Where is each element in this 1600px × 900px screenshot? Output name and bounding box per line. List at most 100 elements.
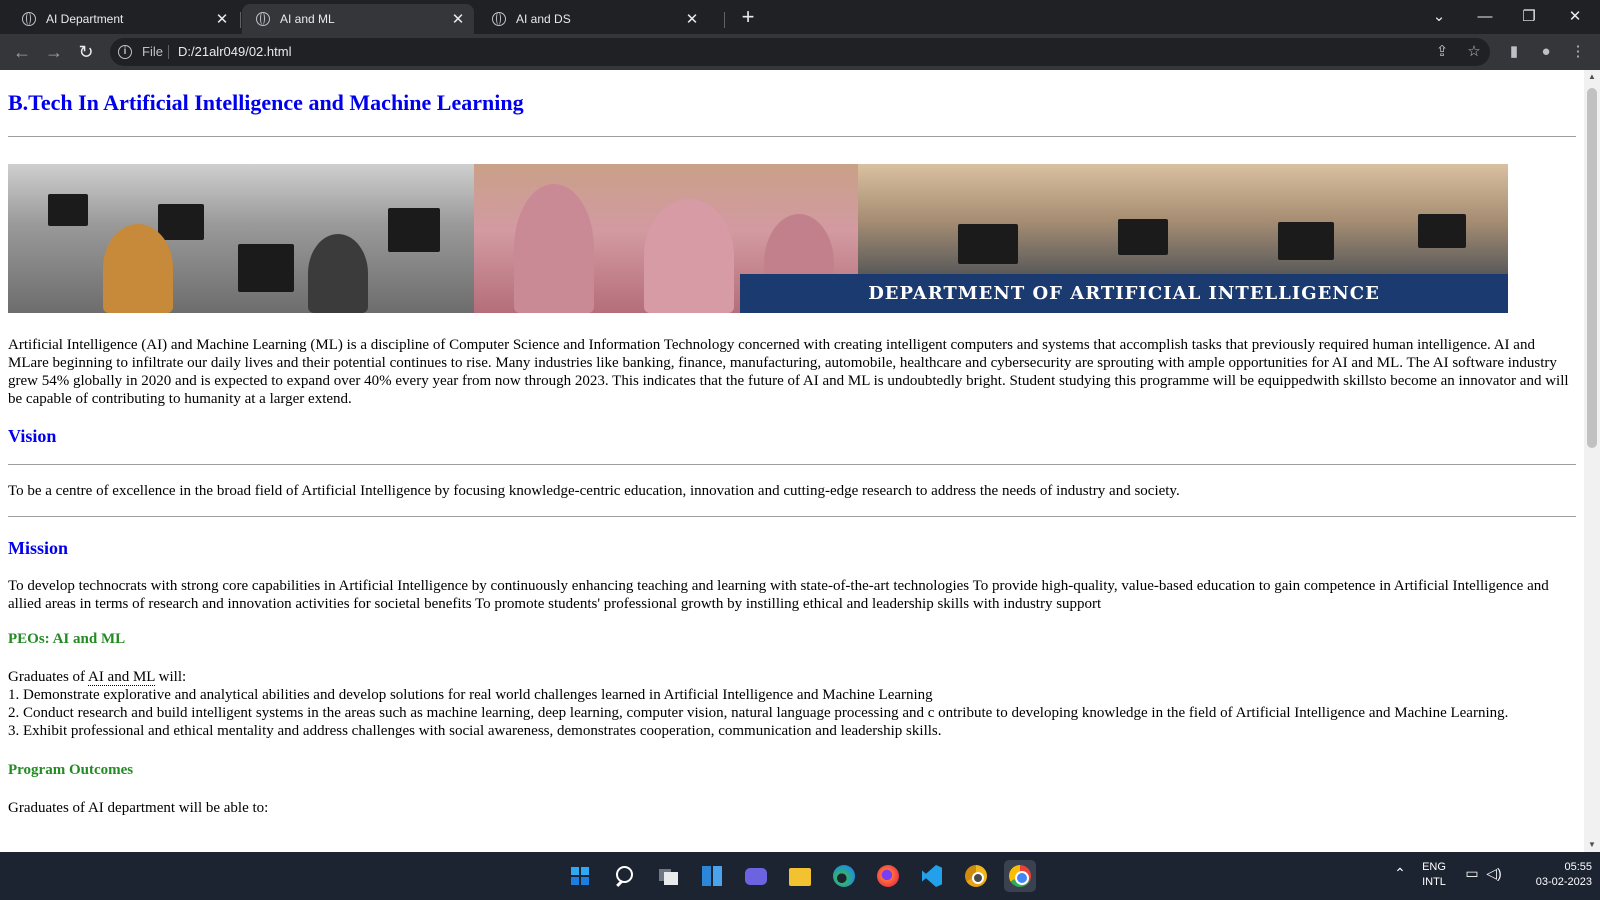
globe-icon (22, 12, 36, 26)
divider (8, 464, 1576, 465)
browser-toolbar: ← → ↻ i File D:/21alr049/02.html ⇪ ☆ ▮ ●… (0, 34, 1600, 70)
tab-search-button[interactable]: ⌄ (1424, 4, 1454, 30)
profile-icon[interactable]: ● (1536, 42, 1556, 62)
new-tab-button[interactable]: + (736, 6, 760, 30)
chrome-icon[interactable] (1004, 860, 1036, 892)
network-icon[interactable]: ▭ (1462, 866, 1482, 881)
peo-intro: Graduates of AI and ML will: (8, 668, 1576, 686)
peo-heading: PEOs: AI and ML (8, 631, 126, 647)
monitor-shape (158, 204, 204, 240)
peo-item: 2. Conduct research and build intelligen… (8, 705, 1509, 721)
banner-photo-lab-1 (8, 164, 474, 313)
scrollbar-thumb[interactable] (1587, 88, 1597, 448)
volume-icon[interactable]: ◁) (1484, 866, 1504, 881)
edge-icon[interactable] (828, 860, 860, 892)
share-icon[interactable]: ⇪ (1432, 42, 1452, 62)
edge-glyph (833, 865, 855, 887)
task-view-glyph-front (664, 872, 678, 885)
clock-date: 03-02-2023 (1535, 876, 1592, 888)
divider (8, 136, 1576, 137)
close-icon[interactable]: ✕ (212, 10, 232, 28)
chat-icon[interactable] (740, 860, 772, 892)
peo-item: 3. Exhibit professional and ethical ment… (8, 723, 942, 739)
info-icon[interactable]: i (118, 45, 132, 59)
firefox-glyph (877, 865, 899, 887)
start-icon[interactable] (564, 860, 596, 892)
maximize-button[interactable]: ❐ (1514, 4, 1544, 30)
department-banner-image: DEPARTMENT OF ARTIFICIAL INTELLIGENCE (8, 164, 1508, 313)
start-icon-glyph (571, 867, 589, 885)
menu-icon[interactable]: ⋮ (1568, 42, 1588, 62)
windows-taskbar: ⌃ ENG INTL ▭ ◁) 05:55 03-02-2023 (0, 852, 1600, 900)
peo-intro-abbr: AI and ML (87, 669, 155, 686)
lang-bottom: INTL (1422, 876, 1446, 888)
page-title: B.Tech In Artificial Intelligence and Ma… (8, 90, 524, 115)
close-icon[interactable]: ✕ (448, 10, 468, 28)
monitor-shape (388, 208, 440, 252)
mission-text: To develop technocrats with strong core … (8, 578, 1549, 612)
monitor-shape (1278, 222, 1334, 260)
tab-divider (724, 12, 725, 28)
globe-icon (492, 12, 506, 26)
intro-paragraph: Artificial Intelligence (AI) and Machine… (8, 337, 1569, 407)
forward-button[interactable]: → (42, 40, 66, 64)
clock[interactable]: 05:55 03-02-2023 (1510, 860, 1592, 890)
tray-overflow-icon[interactable]: ⌃ (1390, 866, 1410, 881)
firefox-icon[interactable] (872, 860, 904, 892)
tab-title: AI Department (46, 12, 124, 26)
window-close-button[interactable]: ✕ (1560, 4, 1590, 30)
task-view-icon[interactable] (652, 860, 684, 892)
chrome-canary-center (972, 872, 984, 884)
close-icon[interactable]: ✕ (682, 10, 702, 28)
scroll-down-arrow-icon[interactable]: ▼ (1584, 838, 1600, 852)
program-outcomes-heading: Program Outcomes (8, 762, 134, 778)
input-language[interactable]: ENG INTL (1414, 860, 1454, 890)
vscode-glyph (922, 865, 942, 887)
monitor-shape (48, 194, 88, 226)
tab-divider (240, 12, 241, 28)
peo-intro-suffix: will: (154, 669, 187, 685)
url-scheme: File (142, 44, 163, 59)
tab-title: AI and ML (280, 12, 335, 26)
widgets-icon[interactable] (696, 860, 728, 892)
vision-text: To be a centre of excellence in the broa… (8, 483, 1180, 499)
bookmark-star-icon[interactable]: ☆ (1464, 42, 1484, 62)
search-icon[interactable] (608, 860, 640, 892)
file-explorer-icon[interactable] (784, 860, 816, 892)
banner-caption: DEPARTMENT OF ARTIFICIAL INTELLIGENCE (740, 274, 1508, 313)
back-button[interactable]: ← (10, 40, 34, 64)
scroll-up-arrow-icon[interactable]: ▲ (1584, 70, 1600, 84)
address-bar[interactable]: i File D:/21alr049/02.html (110, 38, 1490, 66)
tab-ai-and-ml[interactable]: AI and ML ✕ (242, 4, 474, 34)
student-figure (103, 224, 173, 313)
divider (8, 516, 1576, 517)
lang-top: ENG (1422, 861, 1446, 873)
side-panel-icon[interactable]: ▮ (1504, 42, 1524, 62)
reload-button[interactable]: ↻ (74, 40, 98, 64)
tab-title: AI and DS (516, 12, 571, 26)
omnibox-divider (168, 45, 169, 59)
chrome-canary-icon[interactable] (960, 860, 992, 892)
tab-ai-and-ds[interactable]: AI and DS ✕ (478, 4, 708, 34)
vscode-icon[interactable] (916, 860, 948, 892)
clock-time: 05:55 (1564, 861, 1592, 873)
monitor-shape (958, 224, 1018, 264)
student-figure (308, 234, 368, 313)
vision-heading: Vision (8, 426, 57, 446)
page-viewport: B.Tech In Artificial Intelligence and Ma… (0, 70, 1584, 852)
peo-item: 1. Demonstrate explorative and analytica… (8, 687, 933, 703)
student-figure (514, 184, 594, 313)
tab-strip: AI Department ✕ AI and ML ✕ AI and DS ✕ … (0, 0, 1600, 34)
minimize-button[interactable]: — (1470, 4, 1500, 30)
tab-ai-department[interactable]: AI Department ✕ (8, 4, 238, 34)
peo-list: Graduates of AI and ML will: 1. Demonstr… (8, 668, 1576, 740)
url-text[interactable]: D:/21alr049/02.html (178, 44, 291, 59)
vertical-scrollbar[interactable]: ▲ ▼ (1584, 70, 1600, 852)
peo-intro-prefix: Graduates of (8, 669, 88, 685)
student-figure (644, 199, 734, 313)
folder-glyph (789, 868, 811, 886)
chrome-center (1015, 871, 1029, 885)
search-icon-handle (616, 879, 623, 887)
monitor-shape (1418, 214, 1466, 248)
monitor-shape (1118, 219, 1168, 255)
